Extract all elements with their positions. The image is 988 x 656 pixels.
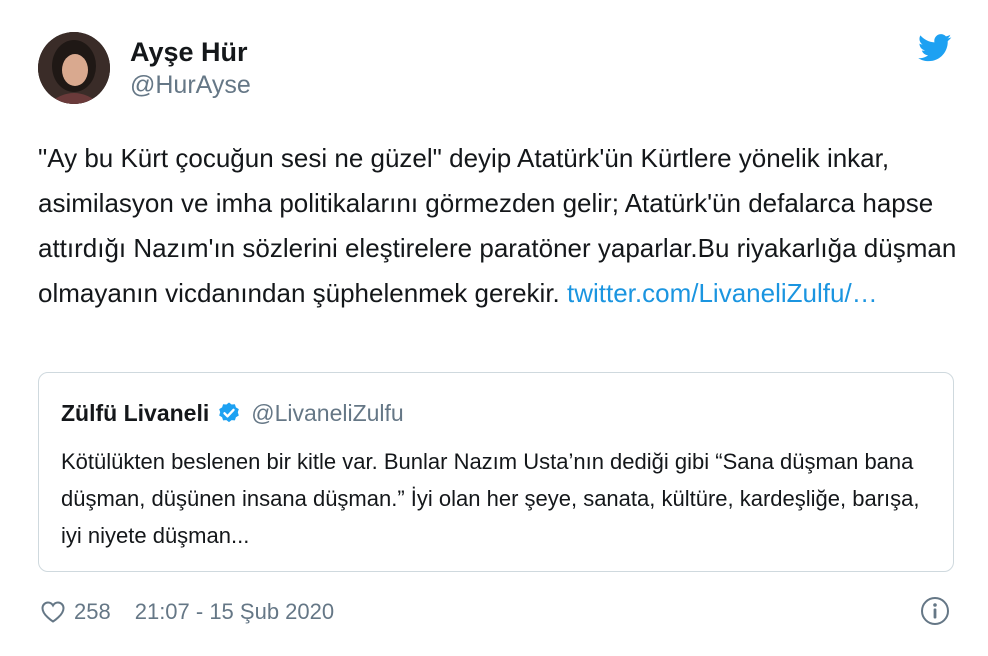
quoted-tweet-text: Kötülükten beslenen bir kitle var. Bunla…	[61, 449, 920, 548]
heart-icon[interactable]	[40, 600, 66, 624]
author-handle[interactable]: @HurAyse	[130, 69, 251, 101]
avatar[interactable]	[38, 32, 110, 104]
verified-badge-icon	[219, 402, 240, 423]
like-count[interactable]: 258	[74, 599, 111, 625]
author-names: Ayşe Hür @HurAyse	[130, 35, 251, 101]
tweet-text: "Ay bu Kürt çocuğun sesi ne güzel" deyip…	[38, 136, 958, 316]
tweet-footer: 258 21:07 - 15 Şub 2020	[40, 594, 334, 630]
tweet-card: Ayşe Hür @HurAyse "Ay bu Kürt çocuğun se…	[0, 0, 988, 656]
info-icon[interactable]	[920, 596, 950, 626]
tweet-timestamp[interactable]: 21:07 - 15 Şub 2020	[135, 599, 334, 625]
quoted-tweet[interactable]: Zülfü Livaneli @LivaneliZulfu Kötülükten…	[38, 372, 954, 572]
twitter-bird-icon[interactable]	[918, 34, 952, 62]
quoted-tweet-header: Zülfü Livaneli @LivaneliZulfu	[61, 397, 404, 429]
tweet-link[interactable]: twitter.com/LivaneliZulfu/…	[567, 278, 878, 308]
tweet-header: Ayşe Hür @HurAyse	[38, 32, 251, 104]
quoted-author-handle: @LivaneliZulfu	[251, 399, 404, 426]
author-display-name[interactable]: Ayşe Hür	[130, 35, 251, 69]
quoted-author-name: Zülfü Livaneli	[61, 399, 210, 426]
